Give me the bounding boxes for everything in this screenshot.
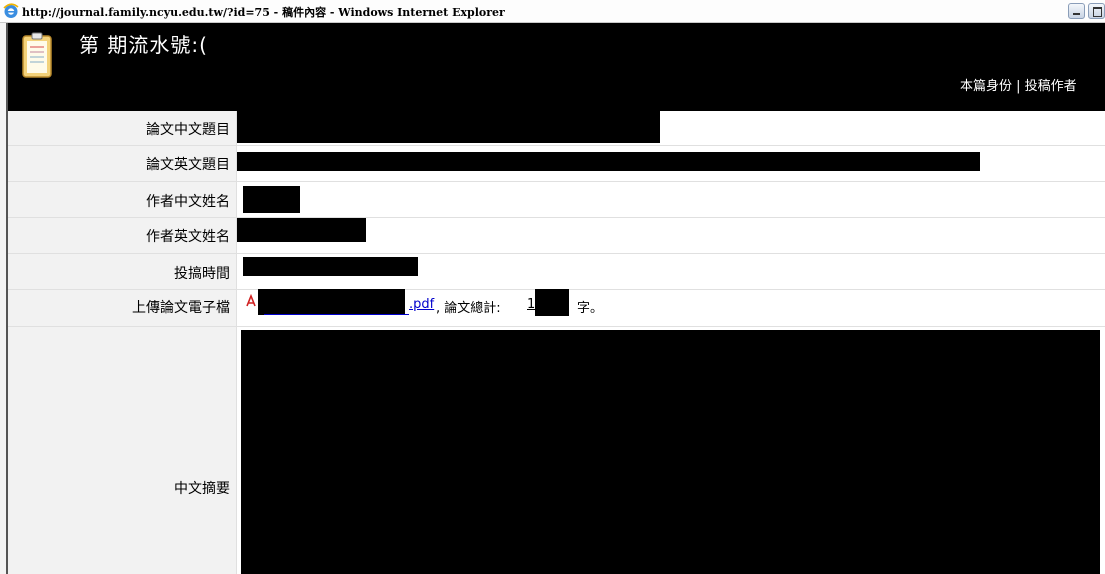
redacted-author-chinese-name bbox=[243, 186, 300, 213]
pdf-icon bbox=[246, 294, 256, 307]
page-header: 第 期流水號:( 本篇身份 | 投稿作者 bbox=[8, 23, 1105, 111]
row-label-cell: 中文摘要 bbox=[8, 327, 237, 574]
form-row-author-chinese-name: 作者中文姓名 bbox=[8, 182, 1105, 218]
identity-links[interactable]: 本篇身份 | 投稿作者 bbox=[960, 75, 1077, 94]
redacted-submission-time bbox=[243, 257, 418, 276]
row-label: 作者英文姓名 bbox=[146, 229, 230, 245]
redacted-header-text bbox=[241, 23, 1105, 49]
internet-explorer-icon bbox=[3, 3, 19, 18]
form-row-submission-time: 投搞時間 bbox=[8, 254, 1105, 290]
redacted-english-title bbox=[237, 152, 980, 171]
file-link-underline bbox=[264, 314, 409, 315]
window-frame-left bbox=[0, 23, 8, 574]
minimize-button[interactable] bbox=[1068, 3, 1085, 19]
row-label-cell: 作者中文姓名 bbox=[8, 182, 237, 217]
maximize-button[interactable] bbox=[1088, 3, 1105, 19]
row-label: 上傳論文電子檔 bbox=[132, 300, 230, 316]
clipboard-icon bbox=[22, 32, 52, 78]
row-label-cell: 作者英文姓名 bbox=[8, 218, 237, 253]
row-label-cell: 論文英文題目 bbox=[8, 146, 237, 181]
row-label: 論文中文題目 bbox=[146, 122, 230, 138]
issue-serial-label: 第 期流水號:( bbox=[79, 33, 208, 57]
redacted-file-name bbox=[258, 289, 405, 315]
redacted-chinese-title bbox=[237, 111, 660, 143]
row-label-cell: 投搞時間 bbox=[8, 254, 237, 289]
row-label: 作者中文姓名 bbox=[146, 194, 230, 210]
word-count-unit: 字。 bbox=[577, 301, 604, 316]
row-label-cell: 論文中文題目 bbox=[8, 111, 237, 145]
word-count-label: , 論文總計: bbox=[436, 301, 501, 316]
window-title-bar[interactable]: http://journal.family.ncyu.edu.tw/?id=75… bbox=[0, 0, 1105, 23]
redacted-author-english-name bbox=[237, 218, 366, 242]
pdf-file-link[interactable]: .pdf bbox=[409, 297, 434, 312]
row-label: 投搞時間 bbox=[174, 266, 230, 282]
form-row-author-english-name: 作者英文姓名 bbox=[8, 218, 1105, 254]
row-label: 中文摘要 bbox=[174, 481, 230, 497]
window-title: http://journal.family.ncyu.edu.tw/?id=75… bbox=[22, 6, 505, 19]
redacted-chinese-abstract bbox=[241, 330, 1100, 574]
row-label: 論文英文題目 bbox=[146, 157, 230, 173]
row-label-cell: 上傳論文電子檔 bbox=[8, 290, 237, 326]
redacted-word-count bbox=[535, 289, 569, 316]
